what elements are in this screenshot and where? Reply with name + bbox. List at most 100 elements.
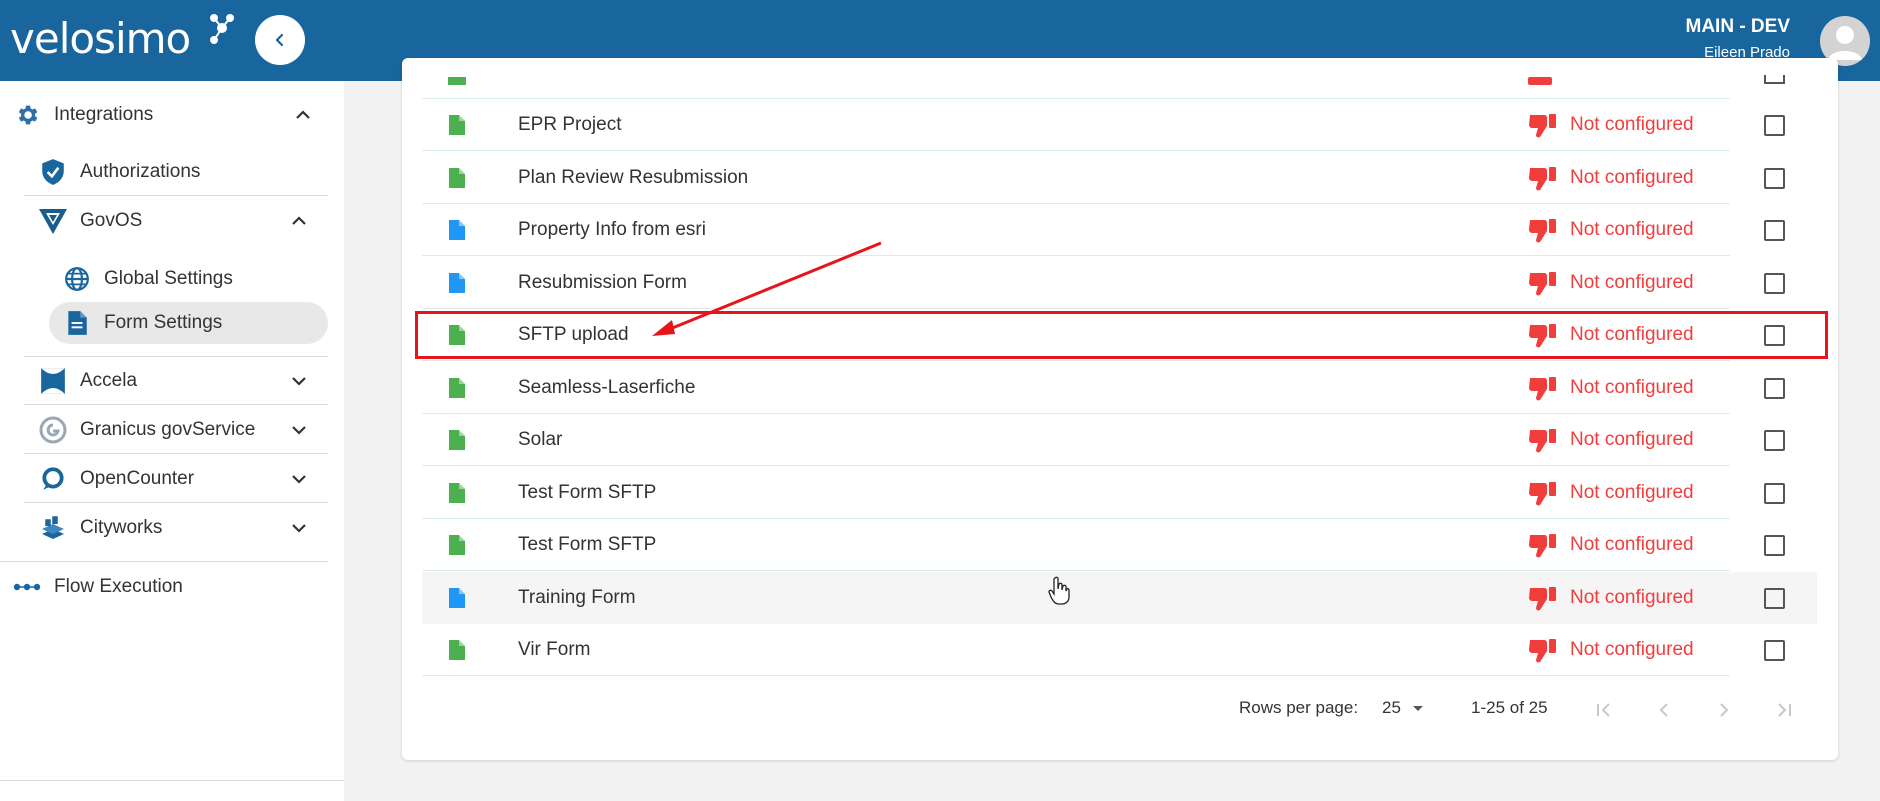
chevron-down-icon: [292, 524, 306, 533]
sidebar-item-label: Integrations: [54, 104, 154, 125]
divider: [24, 404, 328, 405]
table-row[interactable]: Solar Not configured: [422, 414, 1817, 466]
form-name: Resubmission Form: [518, 271, 687, 293]
status-text: Not configured: [1570, 114, 1694, 135]
row-checkbox[interactable]: [1764, 535, 1785, 556]
divider: [24, 195, 328, 196]
sidebar-item-label: Global Settings: [104, 268, 233, 289]
sidebar-item-cityworks[interactable]: Cityworks: [38, 513, 328, 543]
file-icon: [449, 115, 465, 135]
thumbs-down-icon: [1529, 534, 1556, 558]
sidebar-item-label: Granicus govService: [80, 419, 256, 440]
caret-down-icon: [1412, 706, 1423, 711]
sidebar: Integrations Authorizations GovOS Global…: [0, 81, 344, 801]
divider: [24, 453, 328, 454]
sidebar-item-granicus[interactable]: Granicus govService: [38, 415, 328, 445]
govos-logo-icon: [38, 206, 68, 236]
row-checkbox[interactable]: [1764, 272, 1785, 294]
rows-per-page-select[interactable]: 25: [1382, 698, 1427, 718]
table-row[interactable]: Test Form SFTP Not configured: [422, 519, 1817, 571]
sidebar-item-govos[interactable]: GovOS: [38, 206, 328, 236]
row-checkbox[interactable]: [1764, 115, 1785, 136]
form-name: Solar: [518, 429, 563, 450]
last-page-icon[interactable]: [1772, 698, 1796, 722]
table-row[interactable]: Vir Form Not configured: [422, 624, 1817, 676]
status-badge: Not configured: [1528, 479, 1694, 507]
status-badge: Not configured: [1528, 374, 1694, 402]
next-page-icon[interactable]: [1712, 698, 1736, 722]
sidebar-item-form-settings[interactable]: Form Settings: [62, 308, 328, 338]
thumbs-down-icon: [1529, 271, 1556, 295]
row-divider: [422, 675, 1730, 676]
thumbs-down-icon: [1529, 324, 1556, 348]
environment-title: MAIN - DEV: [1685, 16, 1791, 37]
form-name: Test Form SFTP: [518, 534, 657, 555]
status-text: Not configured: [1570, 166, 1694, 188]
table-row[interactable]: Seamless-Laserfiche Not configured: [422, 362, 1817, 414]
status-text: Not configured: [1570, 271, 1694, 293]
table-row[interactable]: Plan Review Resubmission Not configured: [422, 152, 1817, 204]
opencounter-logo-icon: [38, 464, 68, 494]
cityworks-logo-icon: [38, 513, 68, 543]
table-row[interactable]: SFTP upload Not configured: [422, 309, 1817, 361]
thumbs-down-icon: [1529, 429, 1556, 453]
accela-logo-icon: [38, 366, 68, 396]
file-icon: [448, 77, 466, 85]
form-name: SFTP upload: [518, 324, 629, 345]
row-checkbox[interactable]: [1764, 640, 1785, 661]
globe-icon: [62, 264, 92, 294]
sidebar-item-opencounter[interactable]: OpenCounter: [38, 464, 328, 494]
table-row[interactable]: Training Form Not configured: [422, 571, 1817, 624]
hand-cursor-icon: [1048, 576, 1070, 605]
status-badge: Not configured: [1528, 584, 1694, 612]
row-checkbox[interactable]: [1764, 75, 1785, 84]
table-row[interactable]: EPR Project Not configured: [422, 99, 1817, 151]
form-name: Vir Form: [518, 639, 591, 660]
chevron-down-icon: [292, 475, 306, 484]
collapse-sidebar-button[interactable]: [255, 15, 305, 65]
shield-check-icon: [38, 157, 68, 187]
status-badge: Not configured: [1528, 636, 1694, 664]
sidebar-item-global-settings[interactable]: Global Settings: [62, 264, 328, 294]
row-checkbox[interactable]: [1764, 482, 1785, 504]
row-checkbox[interactable]: [1764, 167, 1785, 189]
row-checkbox[interactable]: [1764, 377, 1785, 399]
form-name: EPR Project: [518, 114, 622, 135]
status-text: Not configured: [1570, 429, 1694, 450]
sidebar-item-flow-execution[interactable]: Flow Execution: [12, 572, 328, 602]
status-badge: Not configured: [1528, 321, 1694, 349]
sidebar-item-integrations[interactable]: Integrations: [12, 100, 332, 130]
status-badge: Not configured: [1528, 269, 1694, 297]
table-row[interactable]: Test Form SFTP Not configured: [422, 467, 1817, 519]
first-page-icon[interactable]: [1592, 698, 1616, 722]
file-icon: [449, 535, 465, 555]
table-row[interactable]: Resubmission Form Not configured: [422, 257, 1817, 309]
thumbs-down-icon: [1529, 639, 1556, 663]
thumbs-down-icon: [1529, 219, 1556, 243]
divider: [24, 502, 328, 503]
status-text: Not configured: [1570, 219, 1694, 240]
row-checkbox[interactable]: [1764, 325, 1785, 346]
thumbs-down-icon: [1529, 481, 1556, 505]
row-checkbox[interactable]: [1764, 220, 1785, 241]
row-checkbox[interactable]: [1764, 430, 1785, 451]
sidebar-bottom-item-partial[interactable]: [0, 780, 344, 801]
status-text: Not configured: [1570, 481, 1694, 503]
gear-icon: [12, 100, 42, 130]
row-checkbox[interactable]: [1764, 587, 1785, 609]
table-row[interactable]: Property Info from esri Not configured: [422, 204, 1817, 256]
file-icon: [449, 220, 465, 240]
file-icon: [449, 167, 465, 188]
status-text: Not configured: [1570, 639, 1694, 660]
thumbs-down-icon: [1529, 376, 1556, 400]
form-name: Property Info from esri: [518, 219, 706, 240]
thumbs-down-icon: [1528, 77, 1552, 85]
previous-page-icon[interactable]: [1652, 698, 1676, 722]
sidebar-item-label: GovOS: [80, 210, 143, 231]
status-badge: Not configured: [1528, 531, 1694, 559]
sidebar-item-label: Cityworks: [80, 517, 163, 538]
sidebar-item-accela[interactable]: Accela: [38, 366, 328, 396]
sidebar-item-authorizations[interactable]: Authorizations: [38, 157, 328, 187]
form-name: Plan Review Resubmission: [518, 166, 749, 188]
divider: [0, 561, 328, 562]
